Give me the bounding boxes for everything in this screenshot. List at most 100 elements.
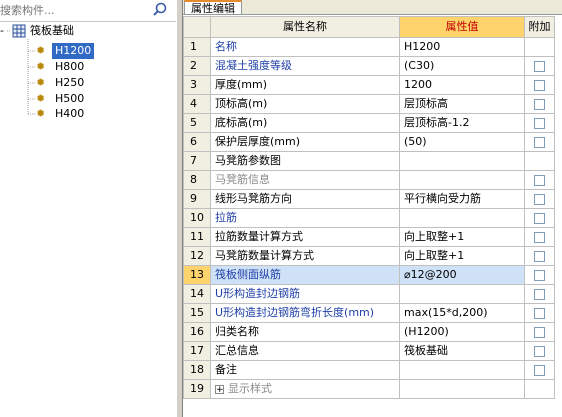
property-row[interactable]: 8 马凳筋信息 [183,170,555,190]
property-name-cell[interactable]: 厚度(mm) [210,75,400,95]
property-name: 线形马凳筋方向 [215,192,292,205]
extra-cell [524,132,555,152]
property-name-cell[interactable]: U形构造封边钢筋 [210,284,400,304]
extra-checkbox[interactable] [534,212,545,224]
property-name-cell[interactable]: 备注 [210,360,400,380]
property-value[interactable] [399,360,525,380]
property-value[interactable]: (C30) [399,56,525,76]
search-input[interactable] [0,2,146,18]
property-value[interactable]: 向上取整+1 [399,227,525,247]
tree-item-h500[interactable]: ✹ H500 [36,91,96,107]
property-value[interactable]: (H1200) [399,322,525,342]
extra-checkbox[interactable] [534,60,545,72]
header-extra[interactable]: 附加 [524,16,555,38]
property-value[interactable] [399,208,525,228]
property-row[interactable]: 10 拉筋 [183,208,555,228]
extra-checkbox[interactable] [534,326,545,338]
extra-checkbox[interactable] [534,288,545,300]
property-value[interactable]: H1200 [399,37,525,57]
property-row[interactable]: 12 马凳筋数量计算方式 向上取整+1 [183,246,555,266]
property-row[interactable]: 5 底标高(m) 层顶标高-1.2 [183,113,555,133]
expand-icon[interactable]: + [215,384,224,394]
property-name-cell[interactable]: 线形马凳筋方向 [210,189,400,209]
property-name-cell[interactable]: 底标高(m) [210,113,400,133]
property-value[interactable]: 层顶标高-1.2 [399,113,525,133]
tree-item-h800[interactable]: ✹ H800 [36,59,96,75]
tree-item-label: H1200 [52,43,95,59]
property-value[interactable]: 筏板基础 [399,341,525,361]
property-value[interactable]: 向上取整+1 [399,246,525,266]
property-value[interactable] [399,379,525,399]
property-row[interactable]: 17 汇总信息 筏板基础 [183,341,555,361]
property-name-cell[interactable]: 顶标高(m) [210,94,400,114]
property-row[interactable]: 19 + 显示样式 [183,379,555,399]
row-number: 18 [183,360,211,380]
row-number: 5 [183,113,211,133]
property-row[interactable]: 9 线形马凳筋方向 平行横向受力筋 [183,189,555,209]
header-property-value[interactable]: 属性值 [399,16,525,38]
property-name-cell[interactable]: + 显示样式 [210,379,400,399]
property-row[interactable]: 7 马凳筋参数图 [183,151,555,171]
property-value[interactable]: ⌀12@200 [399,265,525,285]
property-value[interactable]: 1200 [399,75,525,95]
extra-checkbox[interactable] [534,117,545,129]
property-name-cell[interactable]: 马凳筋信息 [210,170,400,190]
extra-checkbox[interactable] [534,136,545,148]
tree-item-label: H250 [55,76,85,89]
property-name-cell[interactable]: 归类名称 [210,322,400,342]
property-row[interactable]: 2 混凝土强度等级 (C30) [183,56,555,76]
property-name-cell[interactable]: 马凳筋参数图 [210,151,400,171]
extra-checkbox[interactable] [534,193,545,205]
tree-item-h1200[interactable]: ✹ H1200 [36,43,96,59]
search-button[interactable] [148,0,172,20]
property-value[interactable]: (50) [399,132,525,152]
property-row[interactable]: 14 U形构造封边钢筋 [183,284,555,304]
property-row[interactable]: 4 顶标高(m) 层顶标高 [183,94,555,114]
property-value[interactable] [399,170,525,190]
property-value[interactable]: 层顶标高 [399,94,525,114]
tree-root-label: 筏板基础 [30,24,74,37]
property-value[interactable]: 平行横向受力筋 [399,189,525,209]
property-name-cell[interactable]: 汇总信息 [210,341,400,361]
tree-item-h400[interactable]: ✹ H400 [36,106,96,122]
extra-checkbox[interactable] [534,231,545,243]
extra-checkbox[interactable] [534,250,545,262]
collapse-expander[interactable]: - [0,23,8,39]
property-name: 保护层厚度(mm) [215,135,301,148]
property-row[interactable]: 13 筏板侧面纵筋 ⌀12@200 [183,265,555,285]
property-name-cell[interactable]: U形构造封边钢筋弯折长度(mm) [210,303,400,323]
extra-checkbox[interactable] [534,98,545,110]
tree-item-h250[interactable]: ✹ H250 [36,75,96,91]
search-icon [153,2,167,16]
panel-splitter[interactable] [176,0,183,417]
row-number: 17 [183,341,211,361]
extra-checkbox[interactable] [534,345,545,357]
property-row[interactable]: 6 保护层厚度(mm) (50) [183,132,555,152]
property-name-cell[interactable]: 拉筋数量计算方式 [210,227,400,247]
property-row[interactable]: 18 备注 [183,360,555,380]
property-value[interactable] [399,151,525,171]
property-name-cell[interactable]: 拉筋 [210,208,400,228]
tab-property-edit[interactable]: 属性编辑 [184,0,242,15]
property-value[interactable] [399,284,525,304]
component-tree-panel: - 筏板基础 ✹ H1200 ✹ H800 ✹ H250 ✹ H500 [0,0,176,417]
property-name-cell[interactable]: 名称 [210,37,400,57]
header-property-name[interactable]: 属性名称 [210,16,400,38]
extra-checkbox[interactable] [534,364,545,376]
row-number: 6 [183,132,211,152]
extra-checkbox[interactable] [534,307,545,319]
property-value[interactable]: max(15*d,200) [399,303,525,323]
property-name-cell[interactable]: 马凳筋数量计算方式 [210,246,400,266]
property-name-cell[interactable]: 筏板侧面纵筋 [210,265,400,285]
property-row[interactable]: 16 归类名称 (H1200) [183,322,555,342]
extra-checkbox[interactable] [534,174,545,186]
property-row[interactable]: 3 厚度(mm) 1200 [183,75,555,95]
property-row[interactable]: 1 名称 H1200 [183,37,555,57]
extra-checkbox[interactable] [534,269,545,281]
row-number: 2 [183,56,211,76]
property-row[interactable]: 15 U形构造封边钢筋弯折长度(mm) max(15*d,200) [183,303,555,323]
property-name-cell[interactable]: 保护层厚度(mm) [210,132,400,152]
extra-checkbox[interactable] [534,79,545,91]
property-name-cell[interactable]: 混凝土强度等级 [210,56,400,76]
property-row[interactable]: 11 拉筋数量计算方式 向上取整+1 [183,227,555,247]
